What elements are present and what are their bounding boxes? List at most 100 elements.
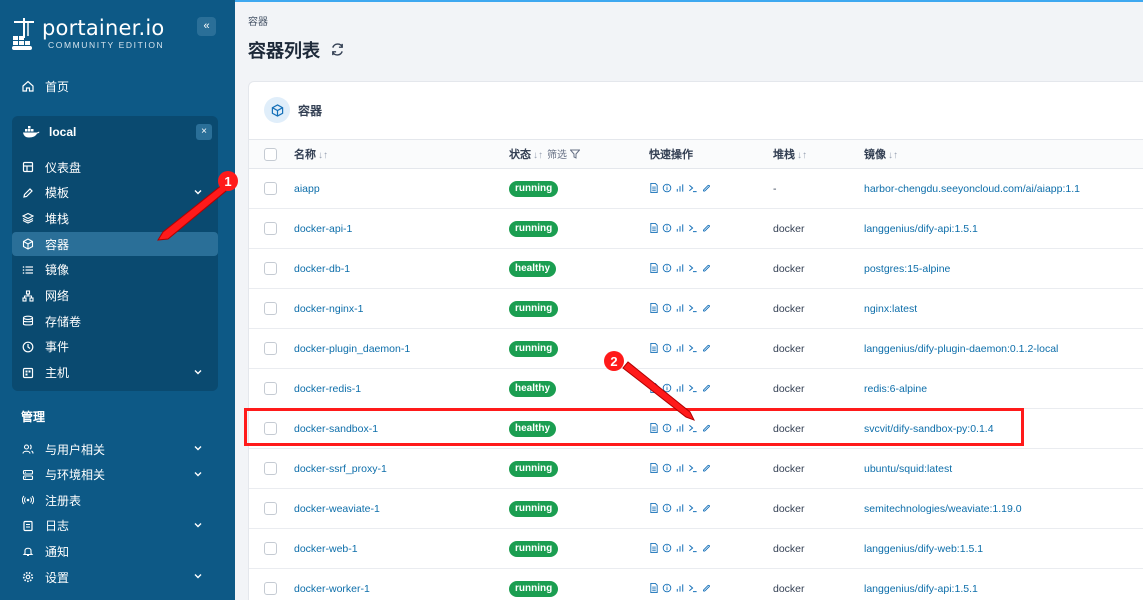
sidebar-item-grid[interactable]: 主机 — [12, 361, 218, 385]
container-name-link[interactable]: docker-db-1 — [294, 249, 350, 289]
logs-icon[interactable] — [649, 462, 659, 474]
image-link[interactable]: semitechnologies/weaviate:1.19.0 — [864, 489, 1022, 529]
row-checkbox[interactable] — [264, 382, 277, 395]
info-icon[interactable] — [662, 582, 672, 594]
stats-icon[interactable] — [675, 542, 685, 554]
image-link[interactable]: langgenius/dify-api:1.5.1 — [864, 569, 978, 600]
logs-icon[interactable] — [649, 342, 659, 354]
stats-icon[interactable] — [675, 382, 685, 394]
sidebar-item-bell[interactable]: 通知 — [12, 539, 218, 563]
attach-icon[interactable] — [701, 182, 711, 194]
logs-icon[interactable] — [649, 582, 659, 594]
chevron-down-icon[interactable] — [192, 468, 206, 482]
console-icon[interactable] — [688, 342, 698, 354]
attach-icon[interactable] — [701, 342, 711, 354]
sidebar-item-layers[interactable]: 堆栈 — [12, 206, 218, 230]
sidebar-item-dashboard[interactable]: 仪表盘 — [12, 155, 218, 179]
image-link[interactable]: postgres:15-alpine — [864, 249, 950, 289]
filter-button[interactable]: 筛选 — [547, 149, 581, 161]
info-icon[interactable] — [662, 342, 672, 354]
stats-icon[interactable] — [675, 182, 685, 194]
image-link[interactable]: ubuntu/squid:latest — [864, 449, 952, 489]
info-icon[interactable] — [662, 382, 672, 394]
column-header-stack[interactable]: 堆栈 ↓↑ — [773, 140, 807, 170]
select-all-checkbox[interactable] — [264, 148, 277, 161]
console-icon[interactable] — [688, 542, 698, 554]
row-checkbox[interactable] — [264, 262, 277, 275]
stats-icon[interactable] — [675, 262, 685, 274]
image-link[interactable]: langgenius/dify-web:1.5.1 — [864, 529, 983, 569]
sidebar-item-users[interactable]: 与用户相关 — [12, 437, 218, 461]
row-checkbox[interactable] — [264, 582, 277, 595]
console-icon[interactable] — [688, 382, 698, 394]
info-icon[interactable] — [662, 462, 672, 474]
attach-icon[interactable] — [701, 502, 711, 514]
chevron-down-icon[interactable] — [192, 366, 206, 380]
chevron-down-icon[interactable] — [192, 519, 206, 533]
info-icon[interactable] — [662, 182, 672, 194]
image-link[interactable]: harbor-chengdu.seeyoncloud.com/ai/aiapp:… — [864, 169, 1080, 209]
column-header-name[interactable]: 名称 ↓↑ — [294, 140, 328, 170]
stats-icon[interactable] — [675, 502, 685, 514]
row-checkbox[interactable] — [264, 182, 277, 195]
row-checkbox[interactable] — [264, 542, 277, 555]
stats-icon[interactable] — [675, 462, 685, 474]
logs-icon[interactable] — [649, 542, 659, 554]
logs-icon[interactable] — [649, 302, 659, 314]
console-icon[interactable] — [688, 222, 698, 234]
info-icon[interactable] — [662, 502, 672, 514]
container-name-link[interactable]: docker-web-1 — [294, 529, 358, 569]
logs-icon[interactable] — [649, 262, 659, 274]
container-name-link[interactable]: docker-redis-1 — [294, 369, 361, 409]
chevron-down-icon[interactable] — [192, 186, 206, 200]
info-icon[interactable] — [662, 542, 672, 554]
environment-title[interactable]: local — [12, 120, 218, 144]
refresh-icon[interactable] — [330, 42, 345, 57]
container-name-link[interactable]: docker-nginx-1 — [294, 289, 363, 329]
attach-icon[interactable] — [701, 582, 711, 594]
attach-icon[interactable] — [701, 222, 711, 234]
row-checkbox[interactable] — [264, 302, 277, 315]
portainer-logo[interactable]: portainer.io COMMUNITY EDITION — [10, 14, 210, 56]
logs-icon[interactable] — [649, 182, 659, 194]
image-link[interactable]: nginx:latest — [864, 289, 917, 329]
container-name-link[interactable]: docker-worker-1 — [294, 569, 370, 600]
sidebar-item-server[interactable]: 与环境相关 — [12, 463, 218, 487]
console-icon[interactable] — [688, 302, 698, 314]
sidebar-item-network[interactable]: 网络 — [12, 284, 218, 308]
image-link[interactable]: langgenius/dify-plugin-daemon:0.1.2-loca… — [864, 329, 1058, 369]
sidebar-item-edit[interactable]: 模板 — [12, 181, 218, 205]
logs-icon[interactable] — [649, 222, 659, 234]
row-checkbox[interactable] — [264, 342, 277, 355]
attach-icon[interactable] — [701, 382, 711, 394]
image-link[interactable]: redis:6-alpine — [864, 369, 927, 409]
console-icon[interactable] — [688, 262, 698, 274]
collapse-sidebar-button[interactable]: « — [197, 17, 216, 36]
row-checkbox[interactable] — [264, 502, 277, 515]
stats-icon[interactable] — [675, 342, 685, 354]
breadcrumb[interactable]: 容器 — [248, 13, 268, 28]
logs-icon[interactable] — [649, 502, 659, 514]
console-icon[interactable] — [688, 502, 698, 514]
sidebar-item-clock[interactable]: 事件 — [12, 335, 218, 359]
info-icon[interactable] — [662, 302, 672, 314]
attach-icon[interactable] — [701, 262, 711, 274]
container-name-link[interactable]: aiapp — [294, 169, 320, 209]
container-name-link[interactable]: docker-weaviate-1 — [294, 489, 380, 529]
column-header-image[interactable]: 镜像 ↓↑ — [864, 140, 898, 170]
row-checkbox[interactable] — [264, 462, 277, 475]
attach-icon[interactable] — [701, 302, 711, 314]
container-name-link[interactable]: docker-api-1 — [294, 209, 352, 249]
console-icon[interactable] — [688, 462, 698, 474]
attach-icon[interactable] — [701, 462, 711, 474]
image-link[interactable]: langgenius/dify-api:1.5.1 — [864, 209, 978, 249]
stats-icon[interactable] — [675, 222, 685, 234]
container-name-link[interactable]: docker-plugin_daemon-1 — [294, 329, 410, 369]
sidebar-item-database[interactable]: 存储卷 — [12, 309, 218, 333]
environment-close-button[interactable]: × — [196, 124, 212, 140]
sidebar-item-book[interactable]: 日志 — [12, 514, 218, 538]
container-name-link[interactable]: docker-ssrf_proxy-1 — [294, 449, 387, 489]
chevron-down-icon[interactable] — [192, 570, 206, 584]
sidebar-item-list[interactable]: 镜像 — [12, 258, 218, 282]
chevron-down-icon[interactable] — [192, 442, 206, 456]
